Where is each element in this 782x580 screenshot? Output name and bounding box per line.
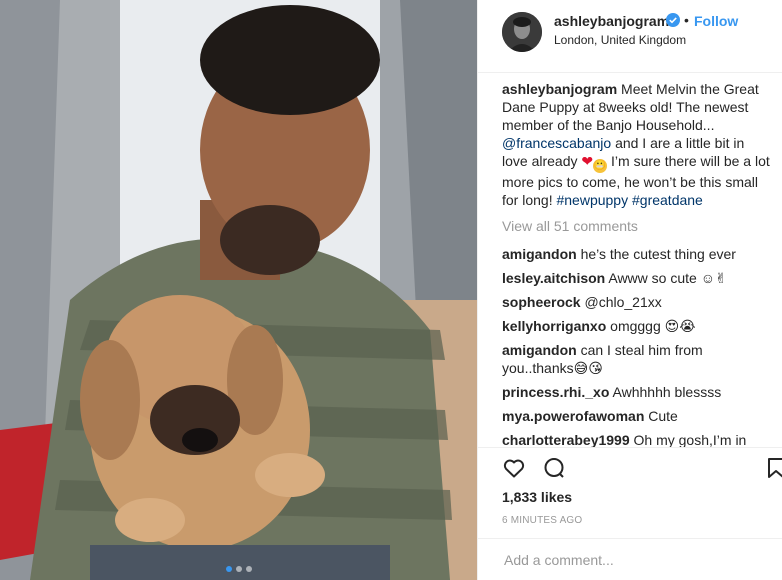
add-comment-input[interactable] xyxy=(502,551,766,569)
comments-section[interactable]: ashleybanjogram Meet Melvin the Great Da… xyxy=(478,72,782,447)
comment-row: kellyhorriganxo omgggg 😍😭 xyxy=(502,317,773,335)
comment-username[interactable]: amigandon xyxy=(502,342,577,358)
add-comment-bar xyxy=(478,538,782,580)
comment-row: amigandon can I steal him from you..than… xyxy=(502,341,773,377)
action-bar xyxy=(478,447,782,487)
caption-username[interactable]: ashleybanjogram xyxy=(502,81,617,97)
red-heart-icon: ❤ xyxy=(581,153,594,169)
separator-dot: • xyxy=(684,12,689,28)
comment-text: Awhhhhh blessss xyxy=(612,384,722,400)
post-panel: ashleybanjogram • Follow London, United … xyxy=(477,0,782,580)
post-photo[interactable] xyxy=(0,0,477,580)
comment-bubble-icon[interactable] xyxy=(542,456,566,480)
post-caption: ashleybanjogram Meet Melvin the Great Da… xyxy=(502,80,773,209)
comment-text: he’s the cutest thing ever xyxy=(580,246,736,262)
bookmark-icon[interactable] xyxy=(764,456,782,480)
post-header: ashleybanjogram • Follow London, United … xyxy=(478,0,782,73)
comment-row: charlotterabey1999 Oh my gosh,I’m in lov… xyxy=(502,431,773,447)
comment-text: Awww so cute ☺✌ xyxy=(608,270,727,286)
view-all-comments-button[interactable]: View all 51 comments xyxy=(502,217,773,235)
carousel-dot[interactable] xyxy=(245,566,252,572)
comment-username[interactable]: charlotterabey1999 xyxy=(502,432,630,447)
comment-text: Cute xyxy=(648,408,678,424)
comment-row: amigandon he’s the cutest thing ever xyxy=(502,245,773,263)
grimace-emoji-icon: 😬 xyxy=(593,159,608,173)
hashtag-link[interactable]: #greatdane xyxy=(632,192,703,208)
carousel-indicator xyxy=(0,566,477,572)
carousel-dot[interactable] xyxy=(235,566,242,572)
post-timestamp[interactable]: 6 MINUTES AGO xyxy=(502,515,582,526)
like-heart-icon[interactable] xyxy=(502,456,526,480)
comment-row: mya.powerofawoman Cute xyxy=(502,407,773,425)
caption-mention-link[interactable]: @francescabanjo xyxy=(502,135,611,151)
comment-text: @chlo_21xx xyxy=(584,294,662,310)
location-link[interactable]: London, United Kingdom xyxy=(554,33,686,47)
comment-list: amigandon he’s the cutest thing ever lesl… xyxy=(502,245,773,447)
header-username[interactable]: ashleybanjogram xyxy=(554,13,669,29)
comment-text: omgggg 😍😭 xyxy=(610,318,696,334)
comment-row: lesley.aitchison Awww so cute ☺✌ xyxy=(502,269,773,287)
verified-badge-icon xyxy=(666,13,680,27)
likes-count[interactable]: 1,833 likes xyxy=(502,489,572,505)
comment-username[interactable]: sopheerock xyxy=(502,294,581,310)
comment-username[interactable]: amigandon xyxy=(502,246,577,262)
comment-username[interactable]: lesley.aitchison xyxy=(502,270,605,286)
comment-username[interactable]: mya.powerofawoman xyxy=(502,408,644,424)
comment-row: princess.rhi._xo Awhhhhh blessss xyxy=(502,383,773,401)
hashtag-link[interactable]: #newpuppy xyxy=(556,192,628,208)
avatar[interactable] xyxy=(502,12,542,52)
photo-illustration xyxy=(0,0,477,580)
comment-username[interactable]: kellyhorriganxo xyxy=(502,318,606,334)
follow-button[interactable]: Follow xyxy=(694,13,738,29)
carousel-dot[interactable] xyxy=(225,566,232,572)
comment-row: sopheerock @chlo_21xx xyxy=(502,293,773,311)
comment-username[interactable]: princess.rhi._xo xyxy=(502,384,609,400)
